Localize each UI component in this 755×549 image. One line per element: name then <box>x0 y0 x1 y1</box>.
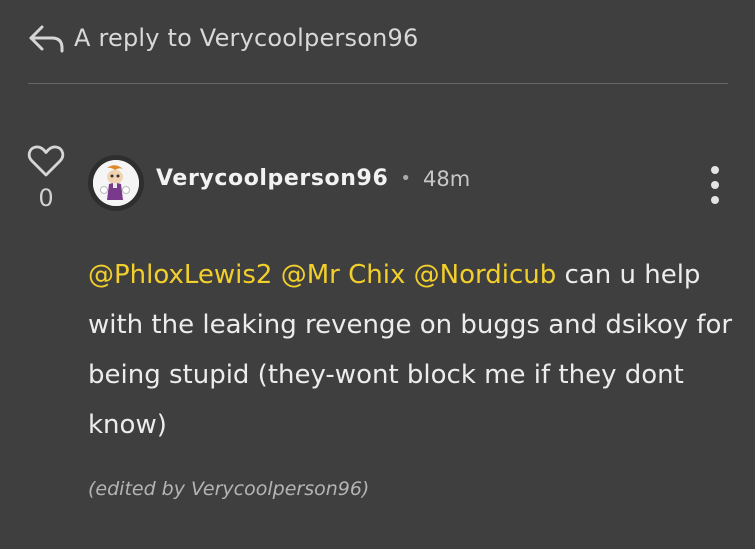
mention-link[interactable]: @Mr Chix <box>281 260 406 290</box>
post-meta: Verycoolperson96 • 48m <box>156 166 470 191</box>
menu-dot <box>711 196 719 204</box>
vote-column: 0 <box>26 144 66 212</box>
menu-dot <box>711 166 719 174</box>
reply-arrow-icon <box>28 21 66 55</box>
header-divider <box>28 83 728 84</box>
mention-link[interactable]: @Nordicub <box>414 260 557 290</box>
author-username[interactable]: Verycoolperson96 <box>156 166 388 191</box>
mention-link[interactable]: @PhloxLewis2 <box>88 260 272 290</box>
heart-icon[interactable] <box>27 144 65 178</box>
avatar-image <box>93 160 139 206</box>
post-timestamp[interactable]: 48m <box>423 167 470 191</box>
edited-note: (edited by Verycoolperson96) <box>88 478 370 500</box>
more-vertical-icon[interactable] <box>706 166 724 204</box>
post-body: @PhloxLewis2 @Mr Chix @Nordicub can u he… <box>88 250 738 450</box>
menu-dot <box>711 181 719 189</box>
reply-context-link[interactable]: A reply to Verycoolperson96 <box>28 18 418 58</box>
avatar[interactable] <box>88 155 144 211</box>
meta-separator: • <box>400 168 411 189</box>
reply-context-text: A reply to Verycoolperson96 <box>74 24 419 52</box>
vote-count: 0 <box>38 184 54 212</box>
